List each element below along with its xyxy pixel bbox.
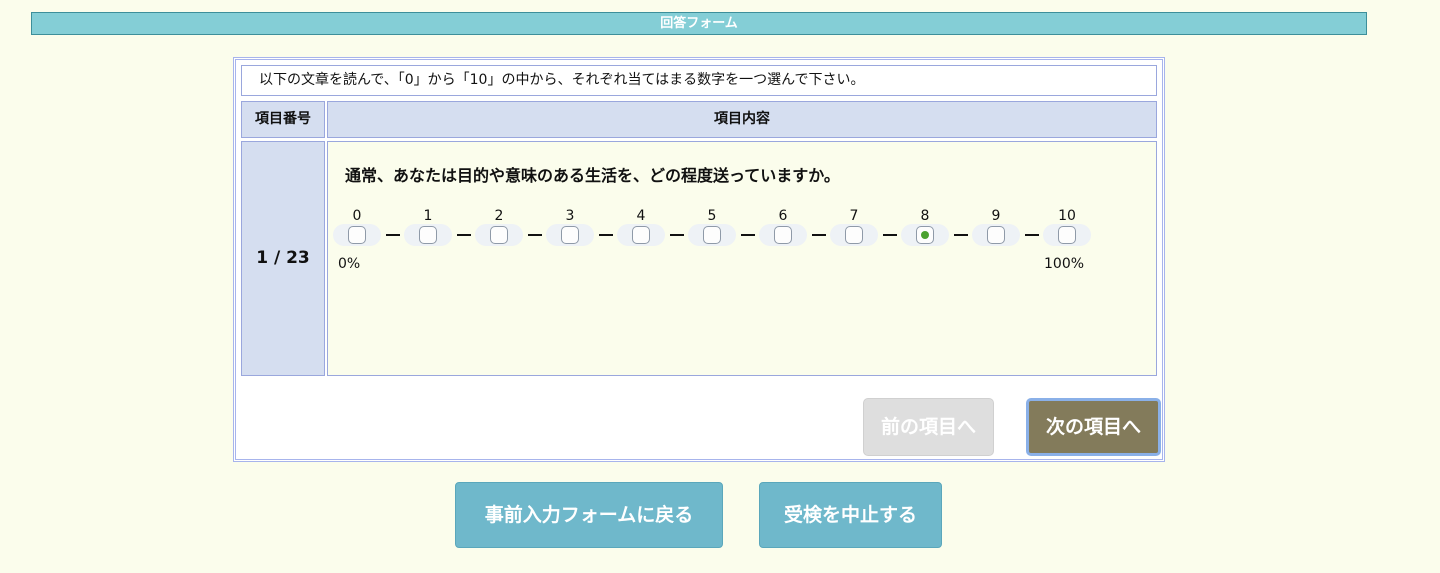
prev-item-button[interactable]: 前の項目へ bbox=[863, 398, 994, 456]
radio-4[interactable] bbox=[632, 226, 650, 244]
scale-number-1: 1 bbox=[423, 208, 433, 224]
radio-1[interactable] bbox=[419, 226, 437, 244]
scale-option-7[interactable] bbox=[830, 224, 878, 246]
instruction-text: 以下の文章を読んで、「0」から「10」の中から、それぞれ当てはまる数字を一つ選ん… bbox=[241, 65, 1157, 96]
radio-2[interactable] bbox=[490, 226, 508, 244]
question-text: 通常、あなたは目的や意味のある生活を、どの程度送っていますか。 bbox=[345, 166, 840, 185]
scale-number-4: 4 bbox=[636, 208, 646, 224]
scale-separator bbox=[598, 234, 613, 236]
scale-number-6: 6 bbox=[778, 208, 788, 224]
scale-number-5: 5 bbox=[707, 208, 717, 224]
answer-form-panel: 以下の文章を読んで、「0」から「10」の中から、それぞれ当てはまる数字を一つ選ん… bbox=[233, 57, 1165, 462]
scale-low-label: 0% bbox=[338, 256, 361, 272]
scale-option-0[interactable] bbox=[333, 224, 381, 246]
radio-8[interactable] bbox=[916, 226, 934, 244]
quit-exam-button[interactable]: 受検を中止する bbox=[759, 482, 942, 548]
scale-option-4[interactable] bbox=[617, 224, 665, 246]
radio-6[interactable] bbox=[774, 226, 792, 244]
scale-separator bbox=[811, 234, 826, 236]
back-to-preinput-button[interactable]: 事前入力フォームに戻る bbox=[455, 482, 723, 548]
radio-0[interactable] bbox=[348, 226, 366, 244]
scale-separator bbox=[527, 234, 542, 236]
radio-9[interactable] bbox=[987, 226, 1005, 244]
scale-separator bbox=[669, 234, 684, 236]
scale-separator bbox=[740, 234, 755, 236]
scale-number-9: 9 bbox=[991, 208, 1001, 224]
radio-7[interactable] bbox=[845, 226, 863, 244]
scale-option-3[interactable] bbox=[546, 224, 594, 246]
scale-option-6[interactable] bbox=[759, 224, 807, 246]
scale-number-8: 8 bbox=[920, 208, 930, 224]
scale-option-8[interactable] bbox=[901, 224, 949, 246]
scale-separator bbox=[456, 234, 471, 236]
scale-separator bbox=[1024, 234, 1039, 236]
next-item-button[interactable]: 次の項目へ bbox=[1026, 398, 1161, 456]
scale-separator bbox=[882, 234, 897, 236]
scale-separator bbox=[385, 234, 400, 236]
scale-number-7: 7 bbox=[849, 208, 859, 224]
scale-option-10[interactable] bbox=[1043, 224, 1091, 246]
scale-option-1[interactable] bbox=[404, 224, 452, 246]
scale-option-5[interactable] bbox=[688, 224, 736, 246]
radio-3[interactable] bbox=[561, 226, 579, 244]
scale-separator bbox=[953, 234, 968, 236]
radio-10[interactable] bbox=[1058, 226, 1076, 244]
form-header-title: 回答フォーム bbox=[660, 16, 738, 31]
scale-number-10: 10 bbox=[1058, 208, 1076, 224]
scale-number-0: 0 bbox=[352, 208, 362, 224]
column-header-item-number: 項目番号 bbox=[241, 101, 325, 138]
scale-option-9[interactable] bbox=[972, 224, 1020, 246]
item-content-cell: 通常、あなたは目的や意味のある生活を、どの程度送っていますか。 0 1 2 3 4 5 6 7… bbox=[327, 141, 1157, 376]
item-number-cell: 1 / 23 bbox=[241, 141, 325, 376]
scale-number-3: 3 bbox=[565, 208, 575, 224]
selected-dot-icon bbox=[921, 231, 929, 239]
radio-5[interactable] bbox=[703, 226, 721, 244]
scale-number-2: 2 bbox=[494, 208, 504, 224]
item-number: 1 / 23 bbox=[256, 248, 310, 268]
form-header-bar: 回答フォーム bbox=[31, 12, 1367, 35]
scale-high-label: 100% bbox=[1044, 256, 1085, 272]
scale-option-2[interactable] bbox=[475, 224, 523, 246]
column-header-item-content: 項目内容 bbox=[327, 101, 1157, 138]
